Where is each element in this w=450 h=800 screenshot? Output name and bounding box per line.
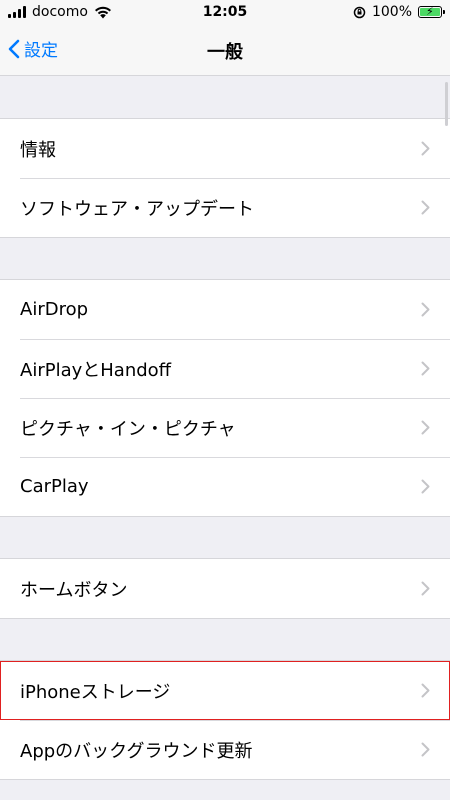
row-label: Appのバックグラウンド更新 xyxy=(20,740,253,762)
settings-list: 情報 ソフトウェア・アップデート AirDrop AirPlayとHandoff… xyxy=(0,76,450,780)
row-label: iPhoneストレージ xyxy=(20,681,171,703)
chevron-right-icon xyxy=(421,141,430,156)
status-bar: docomo 12:05 100% ⚡ xyxy=(0,0,450,26)
settings-row-about[interactable]: 情報 xyxy=(0,119,450,178)
scroll-indicator[interactable] xyxy=(445,82,448,126)
row-label: ソフトウェア・アップデート xyxy=(20,198,254,220)
chevron-right-icon xyxy=(421,200,430,215)
battery-cap xyxy=(443,10,445,14)
navigation-bar: 設定 一般 xyxy=(0,26,450,76)
chevron-right-icon xyxy=(421,361,430,376)
settings-group-home-button: ホームボタン xyxy=(0,558,450,619)
settings-row-airplay-handoff[interactable]: AirPlayとHandoff xyxy=(0,339,450,398)
chevron-right-icon xyxy=(421,742,430,757)
settings-row-picture-in-picture[interactable]: ピクチャ・イン・ピクチャ xyxy=(0,398,450,457)
row-label: CarPlay xyxy=(20,476,89,497)
settings-row-home-button[interactable]: ホームボタン xyxy=(0,559,450,618)
row-label: AirPlayとHandoff xyxy=(20,359,172,381)
row-label: AirDrop xyxy=(20,299,89,320)
row-label: ホームボタン xyxy=(20,579,128,601)
rotation-lock-icon xyxy=(353,6,366,18)
chevron-right-icon xyxy=(421,420,430,435)
row-label: ピクチャ・イン・ピクチャ xyxy=(20,418,236,440)
row-label: 情報 xyxy=(20,139,56,161)
status-right: 100% ⚡ xyxy=(353,4,445,20)
battery-percent: 100% xyxy=(371,4,412,20)
settings-row-background-app-refresh[interactable]: Appのバックグラウンド更新 xyxy=(0,720,450,779)
chevron-right-icon xyxy=(421,479,430,494)
settings-group-about: 情報 ソフトウェア・アップデート xyxy=(0,118,450,238)
settings-row-iphone-storage[interactable]: iPhoneストレージ xyxy=(0,661,450,720)
page-title: 一般 xyxy=(207,42,243,63)
chevron-right-icon xyxy=(421,302,430,317)
charging-bolt-icon: ⚡ xyxy=(426,5,434,18)
chevron-right-icon xyxy=(421,581,430,596)
chevron-right-icon xyxy=(421,683,430,698)
settings-row-airdrop[interactable]: AirDrop xyxy=(0,280,450,339)
battery-icon: ⚡ xyxy=(418,5,445,18)
settings-group-storage: iPhoneストレージ Appのバックグラウンド更新 xyxy=(0,660,450,780)
settings-group-connectivity: AirDrop AirPlayとHandoff ピクチャ・イン・ピクチャ Car… xyxy=(0,279,450,517)
settings-row-software-update[interactable]: ソフトウェア・アップデート xyxy=(0,178,450,237)
settings-row-carplay[interactable]: CarPlay xyxy=(0,457,450,516)
